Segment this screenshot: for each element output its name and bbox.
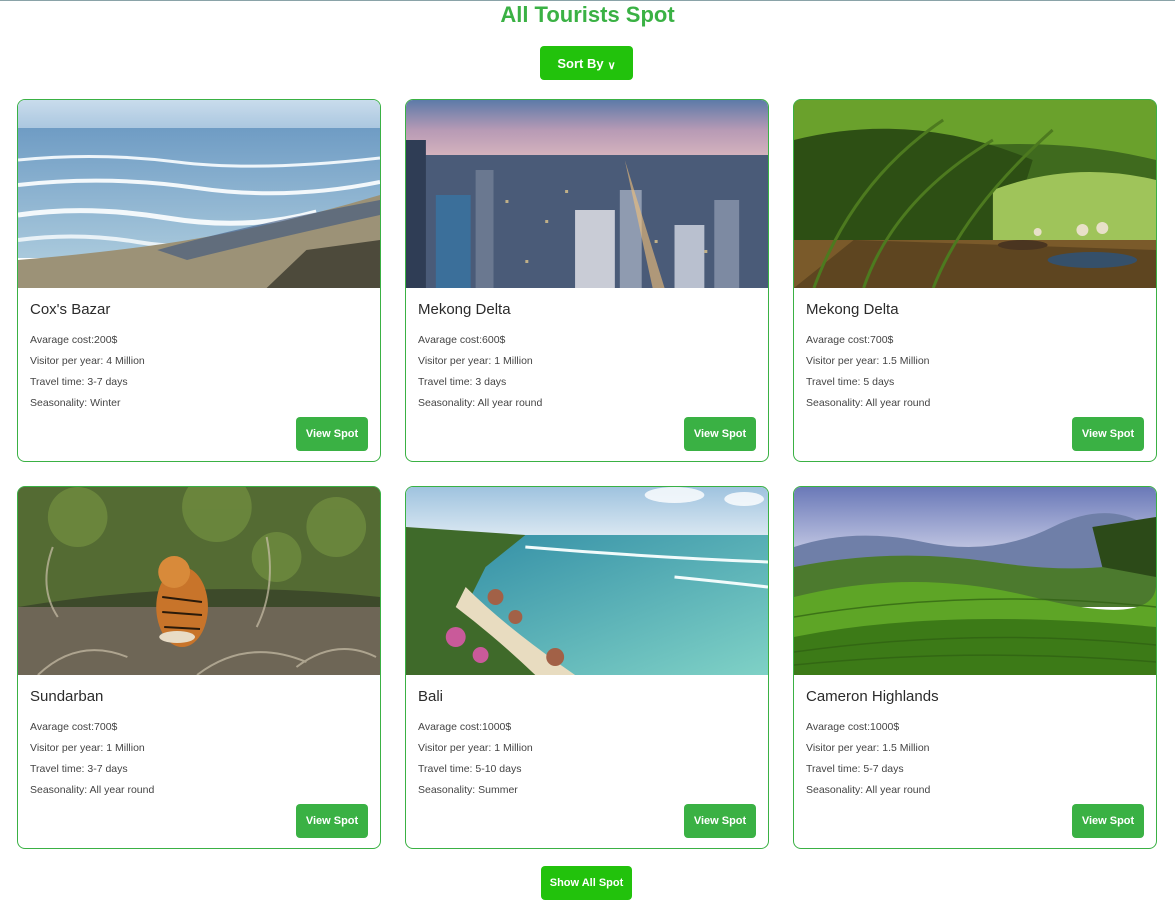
spot-visitors: Visitor per year: 1 Million — [418, 355, 533, 367]
spot-cost: Avarage cost:1000$ — [418, 721, 512, 733]
spot-name: Cameron Highlands — [806, 688, 939, 705]
spot-name: Cox's Bazar — [30, 301, 111, 318]
spot-seasonality: Seasonality: All year round — [418, 397, 543, 409]
spot-name: Mekong Delta — [418, 301, 511, 318]
sort-by-label: Sort By — [557, 55, 604, 71]
spot-card: Cox's Bazar Avarage cost:200$ Visitor pe… — [17, 99, 381, 462]
spot-seasonality: Seasonality: All year round — [806, 784, 931, 796]
spot-name: Mekong Delta — [806, 301, 899, 318]
spot-visitors: Visitor per year: 1 Million — [418, 742, 533, 754]
spot-cost: Avarage cost:1000$ — [806, 721, 900, 733]
view-spot-button[interactable]: View Spot — [1072, 417, 1144, 451]
chevron-down-icon: ∨ — [607, 59, 616, 72]
palm-canal-boats-photo — [794, 100, 1156, 288]
spot-card: Bali Avarage cost:1000$ Visitor per year… — [405, 486, 769, 849]
spot-cost: Avarage cost:600$ — [418, 334, 506, 346]
spot-name: Bali — [418, 688, 444, 705]
spot-visitors: Visitor per year: 1.5 Million — [806, 742, 930, 754]
page-title: All Tourists Spot — [500, 2, 675, 27]
spot-travel-time: Travel time: 3 days — [418, 376, 507, 388]
spot-travel-time: Travel time: 3-7 days — [30, 376, 128, 388]
view-spot-button[interactable]: View Spot — [684, 804, 756, 838]
tea-hills-photo — [794, 487, 1156, 675]
spot-seasonality: Seasonality: All year round — [806, 397, 931, 409]
city-skyline-photo — [406, 100, 768, 288]
view-spot-button[interactable]: View Spot — [296, 417, 368, 451]
view-spot-button[interactable]: View Spot — [1072, 804, 1144, 838]
spot-travel-time: Travel time: 5-7 days — [806, 763, 904, 775]
view-spot-button[interactable]: View Spot — [684, 417, 756, 451]
bali-coast-photo — [406, 487, 768, 675]
spot-seasonality: Seasonality: All year round — [30, 784, 155, 796]
spot-card: Sundarban Avarage cost:700$ Visitor per … — [17, 486, 381, 849]
spot-cost: Avarage cost:700$ — [30, 721, 118, 733]
spot-seasonality: Seasonality: Summer — [418, 784, 518, 796]
spot-card: Mekong Delta Avarage cost:600$ Visitor p… — [405, 99, 769, 462]
tiger-mangrove-photo — [18, 487, 380, 675]
spot-seasonality: Seasonality: Winter — [30, 397, 121, 409]
spot-travel-time: Travel time: 5-10 days — [418, 763, 522, 775]
spot-cost: Avarage cost:700$ — [806, 334, 894, 346]
spot-travel-time: Travel time: 5 days — [806, 376, 895, 388]
spot-visitors: Visitor per year: 1.5 Million — [806, 355, 930, 367]
spot-name: Sundarban — [30, 688, 104, 705]
spot-cost: Avarage cost:200$ — [30, 334, 118, 346]
spot-visitors: Visitor per year: 4 Million — [30, 355, 145, 367]
spot-card: Mekong Delta Avarage cost:700$ Visitor p… — [793, 99, 1157, 462]
spot-travel-time: Travel time: 3-7 days — [30, 763, 128, 775]
sort-by-button[interactable]: Sort By ∨ — [540, 46, 633, 80]
spot-visitors: Visitor per year: 1 Million — [30, 742, 145, 754]
spot-card: Cameron Highlands Avarage cost:1000$ Vis… — [793, 486, 1157, 849]
show-all-spot-button[interactable]: Show All Spot — [541, 866, 632, 900]
view-spot-button[interactable]: View Spot — [296, 804, 368, 838]
beach-photo — [18, 100, 380, 288]
